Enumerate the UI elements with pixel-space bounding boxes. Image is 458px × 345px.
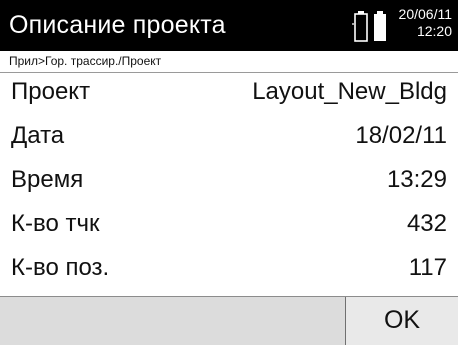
detail-label: К-во тчк [11,210,100,237]
breadcrumb: Прил>Гор. трассир./Проект [0,51,458,73]
detail-row-position-count: К-во поз. 117 [0,249,458,289]
ok-button[interactable]: OK [345,297,458,345]
detail-label: Дата [11,122,65,149]
time-text: 12:20 [416,23,452,39]
laser-sun-icon [352,23,354,25]
page-title: Описание проекта [9,11,226,39]
detail-value: Layout_New_Bldg [252,78,447,105]
project-details-list: Проект Layout_New_Bldg Дата 18/02/11 Вре… [0,73,458,295]
detail-value: 432 [406,210,447,237]
detail-label: Время [11,166,84,193]
detail-value: 18/02/11 [355,122,447,149]
breadcrumb-text: Прил>Гор. трассир./Проект [9,54,162,68]
detail-row-project: Проект Layout_New_Bldg [0,73,458,113]
detail-row-date: Дата 18/02/11 [0,117,458,157]
detail-value: 13:29 [386,166,447,193]
battery-icon [354,11,368,42]
detail-value: 117 [408,254,447,281]
softkey-bar: OK [0,296,458,345]
detail-row-time: Время 13:29 [0,161,458,201]
detail-label: Проект [11,78,91,105]
title-bar: Описание проекта 20/06/11 12:20 [0,0,458,51]
detail-label: К-во поз. [11,254,110,281]
date-time-display: 20/06/11 12:20 [382,6,452,40]
project-description-screen: Описание проекта 20/06/11 12:20 Прил>Гор… [0,0,458,345]
detail-row-point-count: К-во тчк 432 [0,205,458,245]
date-text: 20/06/11 [398,6,452,22]
